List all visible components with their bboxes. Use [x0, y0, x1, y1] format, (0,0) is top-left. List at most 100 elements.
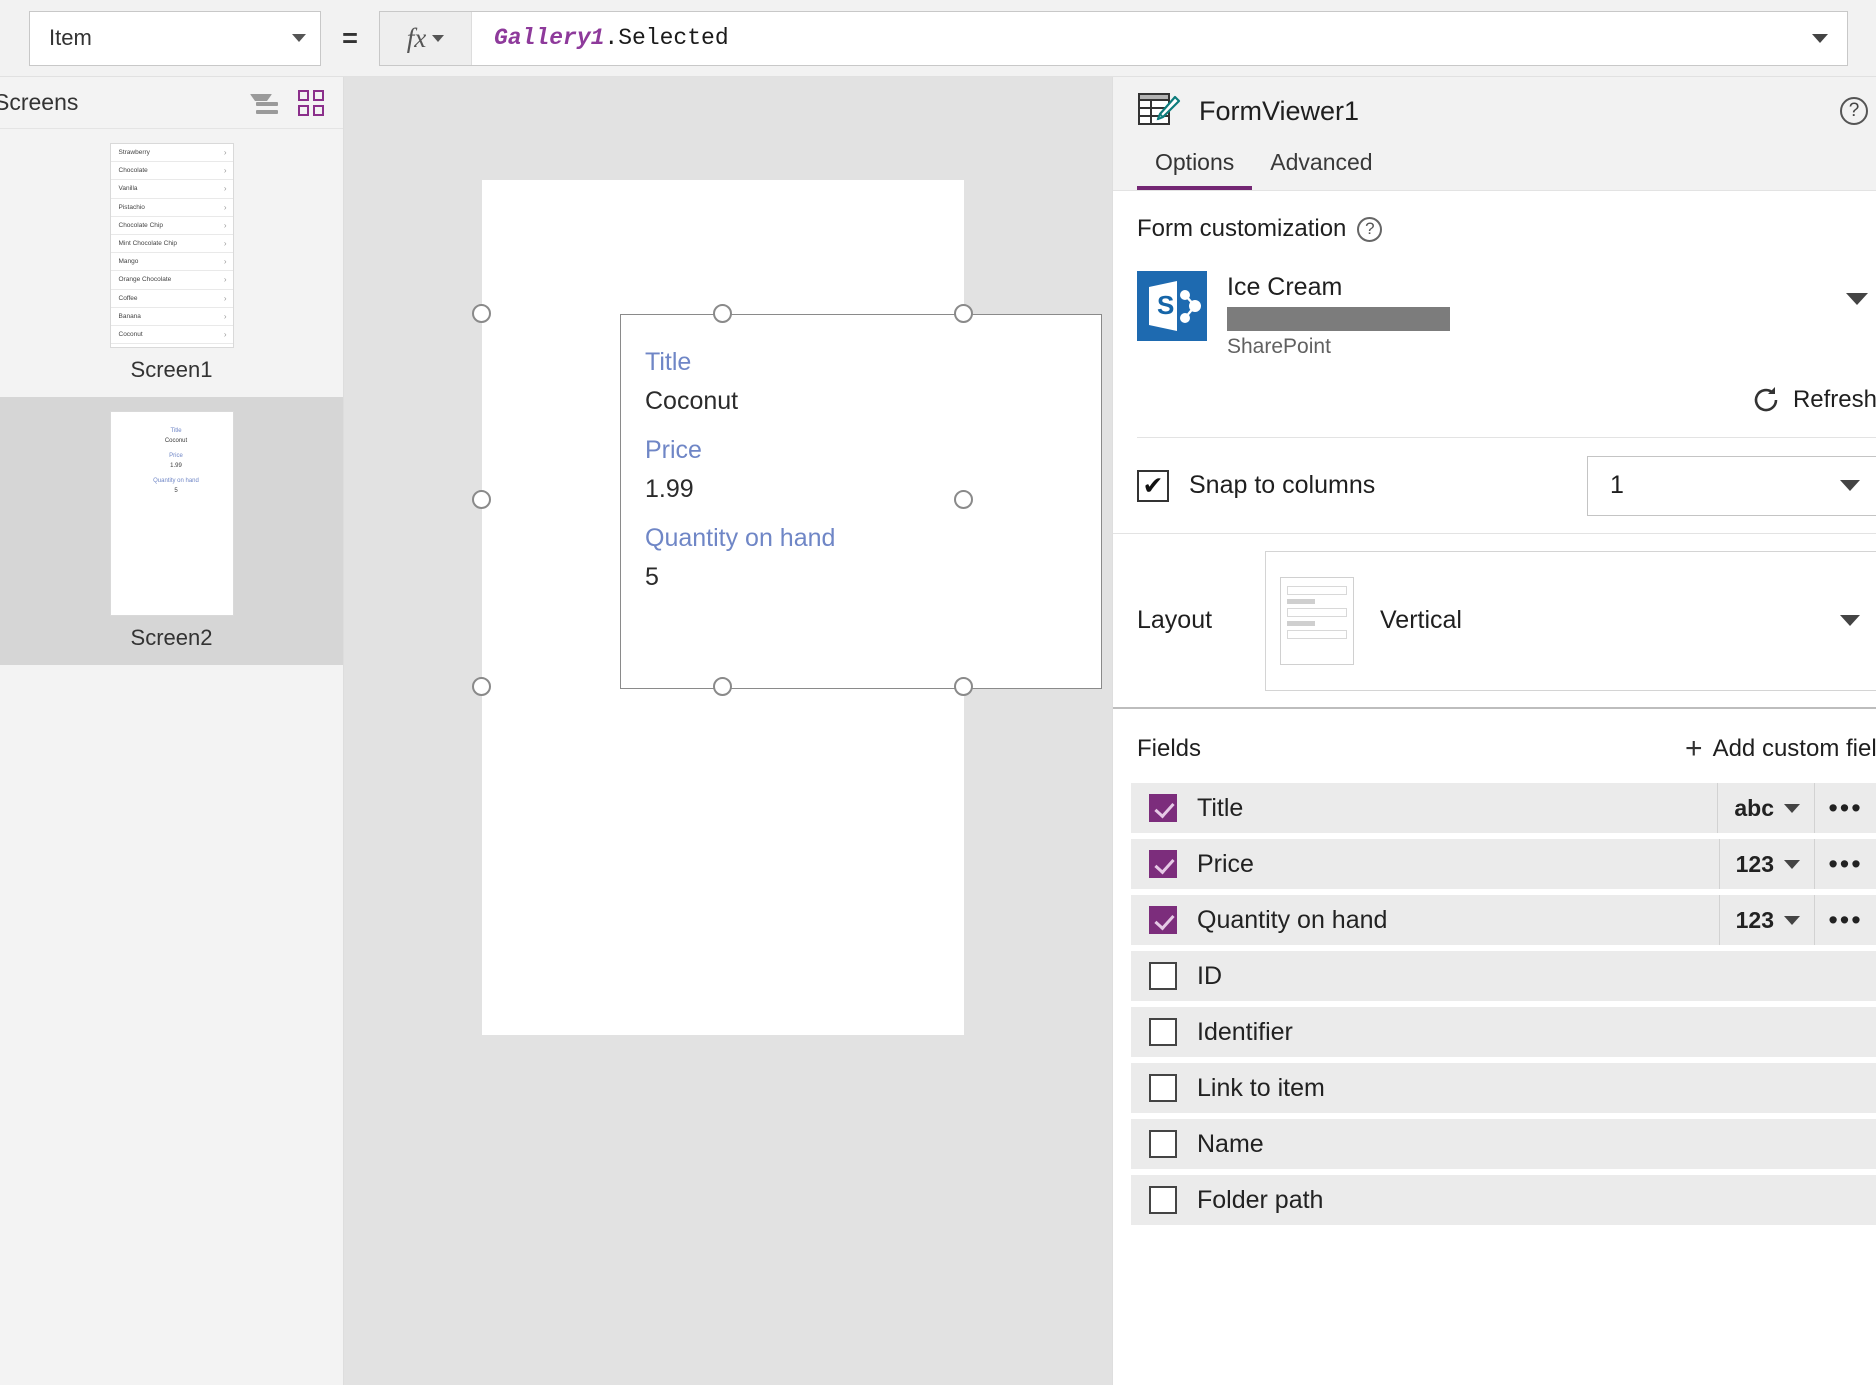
form-customization-section: Form customization ? S Ice Cream jwillia… [1113, 191, 1876, 438]
field-row[interactable]: ID [1131, 951, 1876, 1001]
field-name: Quantity on hand [1197, 905, 1388, 934]
gallery-thumbnail-row-label: Strawberry [118, 149, 150, 157]
gallery-thumbnail-row-label: Orange Chocolate [118, 276, 172, 284]
formula-bar: Item = fx Gallery1 .Selected [0, 0, 1876, 77]
screen-item-screen2[interactable]: Title Coconut Price 1.99 Quantity on hand 5 S… [0, 397, 343, 665]
field-type-select[interactable]: 123 [1718, 839, 1814, 889]
thumbnail-view-icon[interactable] [298, 89, 324, 116]
chevron-down-icon [432, 34, 445, 42]
field-row[interactable]: Link to item [1131, 1063, 1876, 1113]
formula-input-wrapper[interactable]: fx Gallery1 .Selected [379, 10, 1848, 66]
add-custom-field-button[interactable]: + Add custom field [1685, 732, 1876, 765]
chevron-right-icon: › [223, 220, 227, 230]
field-checkbox[interactable] [1149, 962, 1177, 990]
chevron-down-icon[interactable] [1846, 293, 1868, 305]
fields-list: Title abc ••• Price 123 ••• Quantity on hand 12… [1113, 783, 1876, 1225]
form-fields-container: Title Coconut Price 1.99 Quantity on hand 5 [621, 315, 1101, 597]
field-row[interactable]: Folder path [1131, 1175, 1876, 1225]
screen2-thumbnail-wrap: Title Coconut Price 1.99 Quantity on hand 5 [0, 397, 343, 616]
gallery-thumbnail-row: Chocolate Chip › [110, 217, 233, 235]
field-type-label: 123 [1735, 850, 1774, 877]
gallery-thumbnail-row: Strawberry › [110, 144, 233, 163]
field-checkbox[interactable] [1149, 850, 1177, 878]
field-name: ID [1197, 961, 1222, 990]
gallery-thumbnail-row-label: Mango [118, 258, 139, 266]
resize-handle-bottom-left[interactable] [472, 677, 491, 696]
tab-advanced[interactable]: Advanced [1252, 149, 1390, 190]
resize-handle-top-center[interactable] [713, 304, 732, 323]
chevron-down-icon [292, 34, 306, 42]
screen1-thumbnail-wrap: Strawberry › Chocolate › Vanilla › Pistachio › C… [0, 129, 343, 348]
screen-canvas[interactable]: Title Coconut Price 1.99 Quantity on hand 5 [472, 180, 1102, 1035]
help-icon[interactable]: ? [1357, 216, 1383, 242]
screen-item-screen1[interactable]: Strawberry › Chocolate › Vanilla › Pistachio › C… [0, 129, 343, 397]
field-checkbox[interactable] [1149, 1130, 1177, 1158]
form-thumbnail-field-label: Title [170, 428, 182, 434]
field-type-label: abc [1734, 794, 1774, 821]
gallery-thumbnail-row: Mango › [110, 253, 233, 272]
chevron-down-icon [1840, 480, 1860, 491]
snap-to-columns-row[interactable]: ✔ Snap to columns 1 [1113, 438, 1876, 534]
formula-expand-button[interactable] [1793, 12, 1847, 65]
field-checkbox[interactable] [1149, 794, 1177, 822]
field-name: Link to item [1197, 1073, 1325, 1102]
layout-preview-icon [1280, 576, 1354, 665]
gallery-thumbnail-row-label: Chocolate Chip [118, 221, 163, 229]
form-thumbnail-field-value: 1.99 [170, 463, 182, 469]
gallery-thumbnail-row: Chocolate › [110, 162, 233, 181]
field-type-select[interactable]: abc [1717, 783, 1814, 833]
columns-count-select[interactable]: 1 [1587, 455, 1876, 516]
screens-tree-title: Screens [0, 89, 79, 115]
form-field-label: Quantity on hand [645, 524, 836, 552]
resize-handle-bottom-center[interactable] [713, 677, 732, 696]
properties-pane: FormViewer1 ? Options Advanced Form cust… [1112, 77, 1876, 1385]
property-selector-value: Item [49, 25, 92, 50]
field-checkbox[interactable] [1149, 1186, 1177, 1214]
gallery-thumbnail-row: Mint Chocolate Chip › [110, 235, 233, 254]
field-checkbox[interactable] [1149, 1074, 1177, 1102]
function-icon: fx [406, 22, 427, 53]
resize-handle-top-left[interactable] [472, 304, 491, 323]
fx-button[interactable]: fx [380, 11, 472, 65]
screens-tree-pane: Screens Strawberry › Chocolate › Vanilla › Pis… [0, 77, 344, 1385]
field-row[interactable]: Identifier [1131, 1007, 1876, 1057]
resize-handle-bottom-right[interactable] [954, 677, 973, 696]
formula-input[interactable]: Gallery1 .Selected [472, 12, 1793, 65]
form-viewer-control[interactable]: Title Coconut Price 1.99 Quantity on hand 5 [620, 314, 1102, 689]
property-selector[interactable]: Item [29, 10, 321, 66]
field-more-options-button[interactable]: ••• [1814, 839, 1876, 889]
field-more-options-button[interactable]: ••• [1814, 783, 1876, 833]
layout-select[interactable]: Vertical [1265, 550, 1876, 691]
gallery-thumbnail-row-label: Mint Chocolate Chip [118, 240, 178, 248]
gallery-thumbnail-row-label: Chocolate [118, 167, 148, 175]
field-name: Identifier [1197, 1017, 1293, 1046]
help-icon[interactable]: ? [1840, 97, 1868, 125]
screen2-label: Screen2 [130, 625, 213, 650]
field-row[interactable]: Title abc ••• [1131, 783, 1876, 833]
chevron-right-icon: › [223, 239, 227, 249]
resize-handle-top-right[interactable] [954, 304, 973, 323]
tab-options[interactable]: Options [1137, 149, 1253, 190]
field-row[interactable]: Price 123 ••• [1131, 839, 1876, 889]
refresh-button[interactable]: Refresh [1137, 359, 1876, 438]
plus-icon: + [1685, 732, 1703, 765]
data-source-account-redacted: jwilliams@microsoft.com [1227, 307, 1451, 331]
snap-to-columns-label: Snap to columns [1189, 471, 1376, 499]
field-more-options-button[interactable]: ••• [1814, 895, 1876, 945]
form-viewer-icon [1137, 91, 1181, 131]
data-source-row[interactable]: S Ice Cream jwilliams@microsoft.com Shar… [1137, 271, 1876, 359]
resize-handle-middle-right[interactable] [954, 490, 973, 509]
field-row[interactable]: Name [1131, 1119, 1876, 1169]
field-checkbox[interactable] [1149, 1018, 1177, 1046]
chevron-right-icon: › [223, 275, 227, 285]
field-checkbox[interactable] [1149, 906, 1177, 934]
gallery-thumbnail-row: Coconut › [110, 326, 233, 345]
resize-handle-middle-left[interactable] [472, 490, 491, 509]
fields-title: Fields [1137, 735, 1202, 762]
field-row[interactable]: Quantity on hand 123 ••• [1131, 895, 1876, 945]
formula-object-token: Gallery1 [494, 25, 605, 51]
field-type-select[interactable]: 123 [1718, 895, 1814, 945]
field-name: Folder path [1197, 1185, 1324, 1214]
list-view-icon[interactable] [250, 92, 278, 114]
snap-to-columns-checkbox[interactable]: ✔ [1137, 469, 1169, 502]
